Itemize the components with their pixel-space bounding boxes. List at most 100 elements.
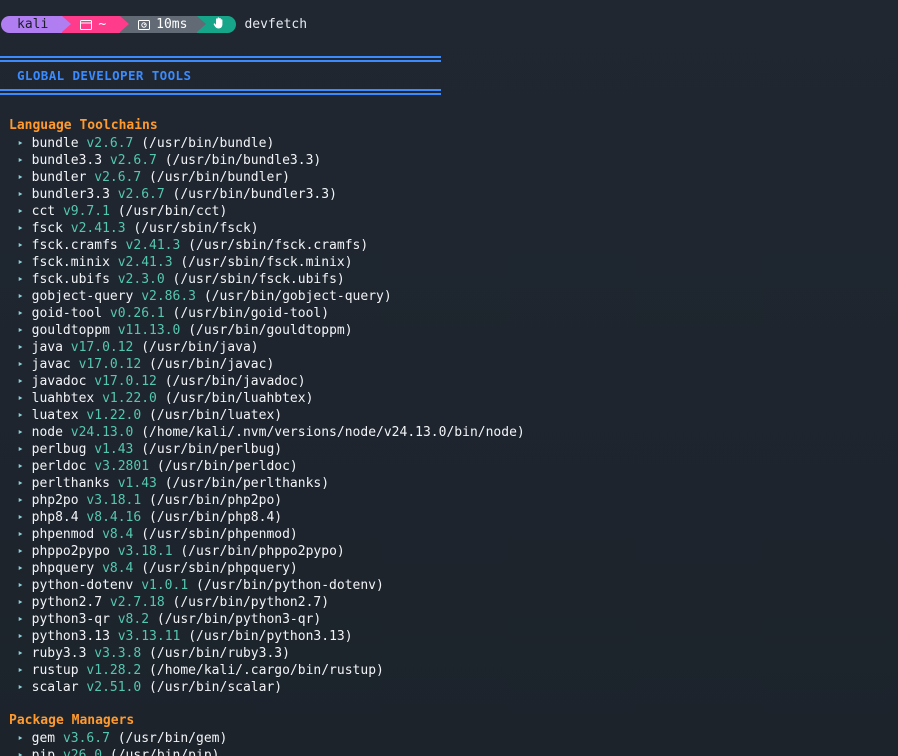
bullet-icon: ‣ [17,222,24,235]
tool-name: bundle3.3 [31,153,103,168]
tool-name: fsck.minix [31,255,110,270]
tool-version: v8.2 [117,612,150,627]
bullet-icon: ‣ [17,749,24,756]
bullet-icon: ‣ [17,171,24,184]
bullet-icon: ‣ [17,664,24,677]
tool-version: v3.3.8 [94,646,142,661]
bullet-icon: ‣ [17,426,24,439]
list-item: ‣ fsck v2.41.3 (/usr/sbin/fsck) [17,220,525,237]
header-bottom-rule-2 [0,93,441,95]
tool-path: (/usr/bin/bundler3.3) [172,187,337,202]
tool-name: gobject-query [31,289,134,304]
shell-prompt: kali ~ 10ms devfetch [1,16,307,33]
tool-name: phpenmod [31,527,95,542]
header-title: GLOBAL DEVELOPER TOOLS [17,68,192,83]
tool-name: bundler3.3 [31,187,110,202]
list-item: ‣ bundler3.3 v2.6.7 (/usr/bin/bundler3.3) [17,186,525,203]
list-item: ‣ phpquery v8.4 (/usr/sbin/phpquery) [17,560,525,577]
tool-version: v3.18.1 [86,493,142,508]
toolchain-list: ‣ bundle v2.6.7 (/usr/bin/bundle) ‣ bundle3… [17,135,525,696]
tool-path: (/usr/bin/gouldtoppm) [188,323,353,338]
tool-path: (/usr/bin/perldoc) [156,459,298,474]
tool-name: python2.7 [31,595,103,610]
list-item: ‣ fsck.ubifs v2.3.0 (/usr/sbin/fsck.ubifs… [17,271,525,288]
tool-name: fsck.ubifs [31,272,110,287]
tool-path: (/usr/sbin/fsck) [133,221,259,236]
tool-path: (/usr/sbin/phpenmod) [141,527,298,542]
tool-name: fsck.cramfs [31,238,118,253]
terminal-window[interactable]: kali ~ 10ms devfetch GLOBAL DEVELOPER TO… [0,0,898,756]
tool-path: (/usr/bin/luahbtex) [164,391,314,406]
bullet-icon: ‣ [17,324,24,337]
tool-path: (/usr/bin/python-dotenv) [196,578,384,593]
bullet-icon: ‣ [17,511,24,524]
tool-version: v3.2801 [94,459,150,474]
list-item: ‣ cct v9.7.1 (/usr/bin/cct) [17,203,525,220]
tool-name: phpquery [31,561,95,576]
tool-path: (/usr/bin/luatex) [149,408,283,423]
prompt-time: 10ms [156,17,188,32]
bullet-icon: ‣ [17,137,24,150]
list-item: ‣ perlthanks v1.43 (/usr/bin/perlthanks) [17,475,525,492]
tool-path: (/usr/bin/php2po) [149,493,283,508]
list-item: ‣ goid-tool v0.26.1 (/usr/bin/goid-tool) [17,305,525,322]
list-item: ‣ rustup v1.28.2 (/home/kali/.cargo/bin/r… [17,662,525,679]
tool-version: v17.0.12 [70,340,134,355]
tool-name: php8.4 [31,510,79,525]
tool-name: php2po [31,493,79,508]
bullet-icon: ‣ [17,732,24,745]
tool-name: node [31,425,63,440]
tool-name: perlbug [31,442,87,457]
tool-version: v0.26.1 [109,306,165,321]
tool-path: (/usr/bin/gobject-query) [203,289,392,304]
tool-path: (/home/kali/.cargo/bin/rustup) [149,663,384,678]
tool-version: v1.0.1 [141,578,189,593]
tool-name: rustup [31,663,79,678]
tool-version: v3.6.7 [62,731,110,746]
bullet-icon: ‣ [17,256,24,269]
list-item: ‣ fsck.cramfs v2.41.3 (/usr/sbin/fsck.cra… [17,237,525,254]
tool-path: (/usr/bin/pip) [109,748,220,756]
prompt-time-segment: 10ms [120,16,207,33]
tool-path: (/usr/bin/python3.13) [188,629,353,644]
tool-path: (/home/kali/.nvm/versions/node/v24.13.0/… [141,425,525,440]
prompt-command: devfetch [244,17,308,32]
bullet-icon: ‣ [17,273,24,286]
tool-name: cct [31,204,56,219]
tool-path: (/usr/bin/javac) [149,357,275,372]
list-item: ‣ javac v17.0.12 (/usr/bin/javac) [17,356,525,373]
bullet-icon: ‣ [17,239,24,252]
tool-path: (/usr/sbin/fsck.minix) [180,255,353,270]
bullet-icon: ‣ [17,613,24,626]
list-item: ‣ gobject-query v2.86.3 (/usr/bin/gobject… [17,288,525,305]
tool-version: v9.7.1 [62,204,110,219]
list-item: ‣ java v17.0.12 (/usr/bin/java) [17,339,525,356]
list-item: ‣ pip v26.0 (/usr/bin/pip) [17,747,227,756]
list-item: ‣ php8.4 v8.4.16 (/usr/bin/php8.4) [17,509,525,526]
tool-version: v2.6.7 [94,170,142,185]
bullet-icon: ‣ [17,460,24,473]
bullet-icon: ‣ [17,205,24,218]
tool-path: (/usr/bin/ruby3.3) [149,646,290,661]
tool-path: (/usr/bin/php8.4) [149,510,283,525]
list-item: ‣ gem v3.6.7 (/usr/bin/gem) [17,730,227,747]
bullet-icon: ‣ [17,188,24,201]
tool-version: v2.6.7 [86,136,134,151]
bullet-icon: ‣ [17,494,24,507]
tool-version: v17.0.12 [78,357,142,372]
list-item: ‣ javadoc v17.0.12 (/usr/bin/javadoc) [17,373,525,390]
tool-name: gouldtoppm [31,323,110,338]
tool-path: (/usr/bin/goid-tool) [172,306,330,321]
header-top-rule-2 [0,60,441,62]
list-item: ‣ scalar v2.51.0 (/usr/bin/scalar) [17,679,525,696]
list-item: ‣ perlbug v1.43 (/usr/bin/perlbug) [17,441,525,458]
tool-name: goid-tool [31,306,103,321]
list-item: ‣ bundle v2.6.7 (/usr/bin/bundle) [17,135,525,152]
tool-name: javac [31,357,71,372]
tool-version: v2.7.18 [109,595,165,610]
tool-name: javadoc [31,374,87,389]
list-item: ‣ node v24.13.0 (/home/kali/.nvm/versions… [17,424,525,441]
tool-version: v2.3.0 [117,272,165,287]
tool-version: v2.41.3 [117,255,173,270]
tool-version: v2.41.3 [70,221,126,236]
